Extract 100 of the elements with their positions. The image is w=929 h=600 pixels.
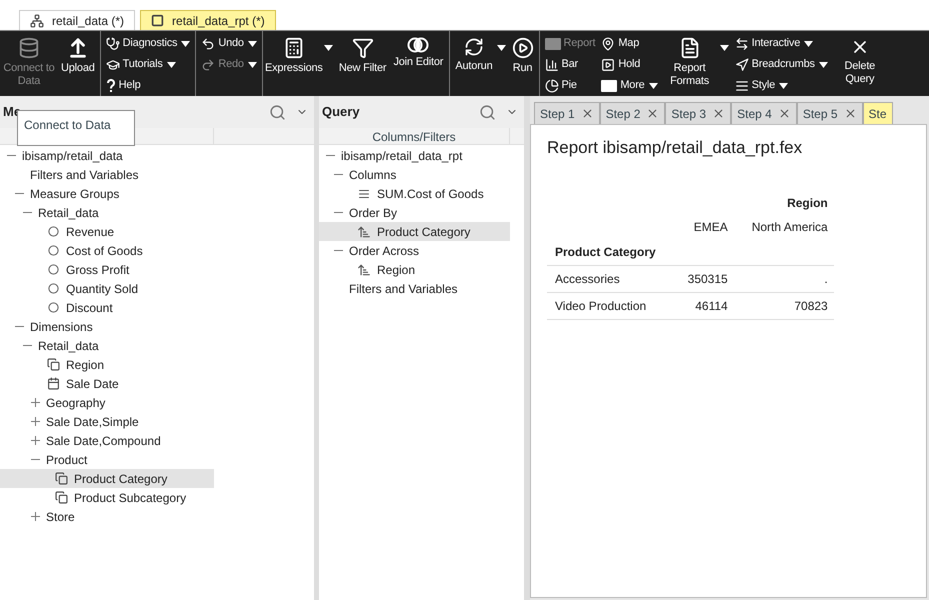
toolbar-button[interactable]: Breadcrumbs — [734, 56, 815, 73]
tree-item[interactable]: Revenue — [0, 222, 214, 241]
table-cell: Accessories — [547, 265, 676, 292]
toolbar-button[interactable]: Hold — [601, 56, 640, 73]
step-tab[interactable]: Step 4 — [731, 102, 797, 124]
toolbar-button[interactable]: Run — [512, 37, 534, 75]
tree-item[interactable]: Cost of Goods — [0, 241, 214, 260]
tooltip: Connect to Data — [17, 110, 135, 146]
toolbar-button[interactable]: Expressions — [268, 37, 320, 75]
caret-icon[interactable] — [720, 45, 729, 51]
tree-item[interactable]: Product Category — [319, 222, 510, 241]
tree-item[interactable]: Sale Date,Compound — [0, 431, 214, 450]
tree-item[interactable]: Columns — [319, 165, 510, 184]
caret-icon[interactable] — [248, 40, 257, 46]
tree-item[interactable]: Sale Date — [0, 374, 214, 393]
toolbar-button[interactable]: More — [601, 77, 645, 94]
toolbar-button[interactable]: New Filter — [338, 37, 386, 75]
circle-icon — [48, 302, 58, 313]
expand-icon[interactable] — [30, 417, 40, 426]
close-icon[interactable] — [646, 107, 660, 120]
tree-item[interactable]: ibisamp/retail_data_rpt — [319, 146, 510, 165]
tree-item[interactable]: Order By — [319, 203, 510, 222]
tree-item[interactable]: Product — [0, 450, 214, 469]
caret-icon[interactable] — [818, 62, 828, 68]
toolbar-button[interactable]: Join Editor — [392, 37, 444, 69]
tree-item[interactable]: Discount — [0, 298, 214, 317]
tree-item[interactable]: Region — [319, 260, 510, 279]
tree-item[interactable]: Quantity Sold — [0, 279, 214, 298]
expand-icon[interactable] — [30, 398, 40, 407]
tree-item[interactable]: Sale Date,Simple — [0, 412, 214, 431]
caret-icon[interactable] — [648, 82, 658, 88]
toolbar-button[interactable]: Upload — [61, 37, 95, 75]
caret-icon[interactable] — [181, 40, 190, 46]
close-icon[interactable] — [844, 107, 857, 120]
table-cell: 350315 — [676, 265, 734, 292]
tree-item[interactable]: Dimensions — [0, 317, 214, 336]
expand-icon[interactable] — [30, 512, 40, 521]
table-cell: 70823 — [734, 292, 834, 319]
rectangle-icon — [544, 38, 560, 50]
toolbar-button[interactable]: Style — [734, 77, 776, 94]
document-tab[interactable]: retail_data_rpt (*) — [140, 10, 276, 30]
tree-item[interactable]: Region — [0, 355, 214, 374]
toolbar-button[interactable]: Diagnostics — [106, 35, 178, 52]
calendar-icon — [46, 377, 60, 390]
hierarchy-icon — [30, 14, 44, 28]
pie-chart-icon — [544, 78, 558, 92]
graduation-cap-icon — [106, 58, 120, 72]
tree-item[interactable]: Product Category — [0, 469, 214, 488]
tree-item[interactable]: Store — [0, 507, 214, 526]
stacked-squares-icon — [46, 358, 60, 371]
play-square-icon — [601, 58, 616, 72]
toolbar-button[interactable]: Autorun — [455, 37, 492, 73]
toolbar-button[interactable]: Interactive — [734, 35, 800, 52]
report-title: Report ibisamp/retail_data_rpt.fex — [547, 137, 804, 159]
toolbar-button[interactable]: Report Formats — [664, 37, 716, 88]
search-icon[interactable] — [479, 104, 496, 120]
caret-icon[interactable] — [779, 82, 788, 88]
tree-item[interactable]: Order Across — [319, 241, 510, 260]
circle-icon — [48, 283, 58, 294]
toolbar-button[interactable]: Pie — [544, 77, 577, 94]
tree-item[interactable]: Geography — [0, 393, 214, 412]
toolbar-button[interactable]: Undo — [201, 35, 244, 52]
tree-item[interactable]: Product Subcategory — [0, 488, 214, 507]
caret-icon[interactable] — [324, 45, 333, 51]
question-icon — [106, 78, 116, 92]
step-tab[interactable]: Step 2 — [600, 102, 666, 124]
refresh-icon — [464, 37, 484, 57]
toolbar-button[interactable]: Map — [601, 35, 640, 52]
lines-icon — [734, 78, 749, 92]
document-tab[interactable]: retail_data (*) — [19, 10, 136, 30]
toolbar-button[interactable]: Tutorials — [106, 56, 163, 73]
tree-item[interactable]: SUM.Cost of Goods — [319, 184, 510, 203]
close-icon[interactable] — [712, 107, 726, 120]
tree-item[interactable]: Retail_data — [0, 336, 214, 355]
stethoscope-icon — [106, 36, 120, 50]
close-icon[interactable] — [580, 107, 594, 120]
step-tab[interactable]: Step 3 — [665, 102, 732, 124]
tree-item[interactable]: Retail_data — [0, 203, 214, 222]
square-icon — [151, 14, 164, 27]
toolbar-button[interactable]: Help — [106, 77, 140, 94]
toolbar-button[interactable]: Bar — [544, 56, 578, 73]
step-tab[interactable]: Ste — [862, 102, 893, 124]
database-icon — [18, 37, 40, 59]
caret-icon[interactable] — [804, 40, 814, 46]
caret-icon[interactable] — [166, 62, 176, 68]
step-tab[interactable]: Step 1 — [534, 102, 600, 124]
expand-icon[interactable] — [30, 436, 40, 445]
map-pin-icon — [601, 36, 616, 50]
caret-icon[interactable] — [496, 45, 506, 51]
tree-item[interactable]: Filters and Variables — [0, 165, 214, 184]
tree-item[interactable]: Filters and Variables — [319, 279, 510, 298]
redo-icon — [201, 58, 216, 72]
close-icon[interactable] — [778, 107, 791, 120]
tree-item[interactable]: Gross Profit — [0, 260, 214, 279]
toolbar-button[interactable]: Delete Query — [834, 37, 886, 86]
search-icon[interactable] — [269, 104, 286, 120]
play-icon — [512, 37, 534, 59]
tree-item[interactable]: Measure Groups — [0, 184, 214, 203]
step-tab[interactable]: Step 5 — [796, 102, 863, 124]
tree-item[interactable]: ibisamp/retail_data — [0, 146, 214, 165]
